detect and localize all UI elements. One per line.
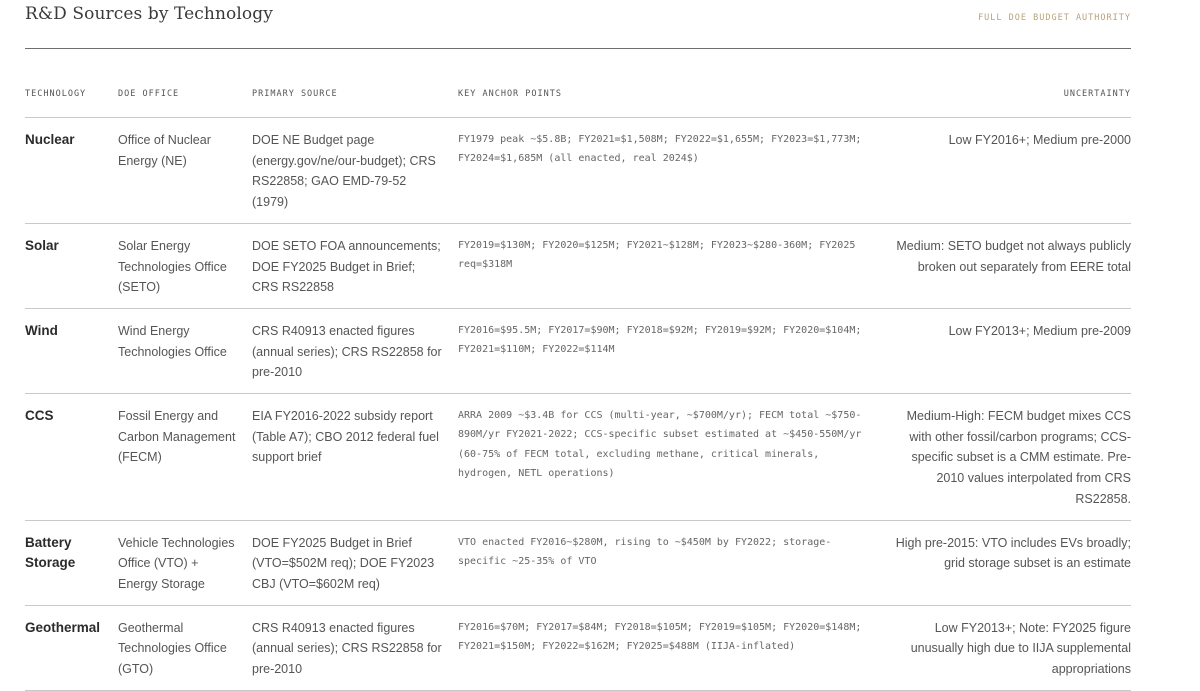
cell-key-anchor-points: ARRA 2009 ~$3.4B for CCS (multi-year, ~$… — [458, 393, 888, 521]
table-row: Geothermal Geothermal Technologies Offic… — [25, 605, 1131, 691]
cell-primary-source: CRS R40913 enacted figures (annual serie… — [252, 308, 458, 395]
cell-key-anchor-points: FY1979 peak ~$5.8B; FY2021=$1,508M; FY20… — [458, 117, 888, 224]
column-header-technology: TECHNOLOGY — [25, 85, 118, 118]
table-row: Wind Wind Energy Technologies Office CRS… — [25, 308, 1131, 395]
cell-primary-source: CRS R40913 enacted figures (annual serie… — [252, 605, 458, 691]
table-row: CCS Fossil Energy and Carbon Management … — [25, 393, 1131, 521]
cell-key-anchor-points: VTO enacted FY2016~$280M, rising to ~$45… — [458, 520, 888, 606]
cell-key-anchor-points: FY2016=$95.5M; FY2017=$90M; FY2018=$92M;… — [458, 308, 888, 395]
table-header-row: TECHNOLOGY DOE OFFICE PRIMARY SOURCE KEY… — [25, 85, 1131, 118]
cell-uncertainty: Medium-High: FECM budget mixes CCS with … — [888, 393, 1131, 521]
cell-doe-office: Vehicle Technologies Office (VTO) + Ener… — [118, 520, 252, 606]
cell-uncertainty: Low FY2013+; Note: FY2025 figure unusual… — [888, 605, 1131, 691]
cell-doe-office: Geothermal Technologies Office (GTO) — [118, 605, 252, 691]
cell-primary-source: DOE FY2025 Budget in Brief (VTO=$502M re… — [252, 520, 458, 606]
cell-doe-office: Fossil Energy and Carbon Management (FEC… — [118, 393, 252, 521]
cell-technology: Solar — [25, 223, 118, 309]
cell-uncertainty: Low FY2013+; Medium pre-2009 — [888, 308, 1131, 395]
cell-doe-office: Office of Nuclear Energy (NE) — [118, 117, 252, 224]
cell-technology: Nuclear — [25, 117, 118, 224]
cell-technology: Wind — [25, 308, 118, 395]
table-row: Solar Solar Energy Technologies Office (… — [25, 223, 1131, 309]
cell-doe-office: Wind Energy Technologies Office — [118, 308, 252, 395]
column-header-doe-office: DOE OFFICE — [118, 85, 252, 118]
cell-primary-source: EIA FY2016-2022 subsidy report (Table A7… — [252, 393, 458, 521]
page-container: R&D Sources by Technology FULL DOE BUDGE… — [25, 0, 1131, 691]
column-header-key-anchor-points: KEY ANCHOR POINTS — [458, 85, 888, 118]
page-title: R&D Sources by Technology — [25, 4, 273, 24]
section-header: R&D Sources by Technology FULL DOE BUDGE… — [25, 0, 1131, 49]
cell-uncertainty: Low FY2016+; Medium pre-2000 — [888, 117, 1131, 224]
table-row: Battery Storage Vehicle Technologies Off… — [25, 520, 1131, 606]
cell-primary-source: DOE NE Budget page (energy.gov/ne/our-bu… — [252, 117, 458, 224]
cell-primary-source: DOE SETO FOA announcements; DOE FY2025 B… — [252, 223, 458, 309]
table-row: Nuclear Office of Nuclear Energy (NE) DO… — [25, 117, 1131, 224]
section-subtitle: FULL DOE BUDGET AUTHORITY — [978, 13, 1131, 23]
column-header-primary-source: PRIMARY SOURCE — [252, 85, 458, 118]
column-header-uncertainty: UNCERTAINTY — [888, 85, 1131, 118]
cell-technology: CCS — [25, 393, 118, 521]
cell-uncertainty: High pre-2015: VTO includes EVs broadly;… — [888, 520, 1131, 606]
cell-key-anchor-points: FY2019=$130M; FY2020=$125M; FY2021~$128M… — [458, 223, 888, 309]
cell-technology: Battery Storage — [25, 520, 118, 606]
cell-doe-office: Solar Energy Technologies Office (SETO) — [118, 223, 252, 309]
cell-uncertainty: Medium: SETO budget not always publicly … — [888, 223, 1131, 309]
sources-table: TECHNOLOGY DOE OFFICE PRIMARY SOURCE KEY… — [25, 85, 1131, 691]
cell-key-anchor-points: FY2016=$70M; FY2017=$84M; FY2018=$105M; … — [458, 605, 888, 691]
cell-technology: Geothermal — [25, 605, 118, 691]
